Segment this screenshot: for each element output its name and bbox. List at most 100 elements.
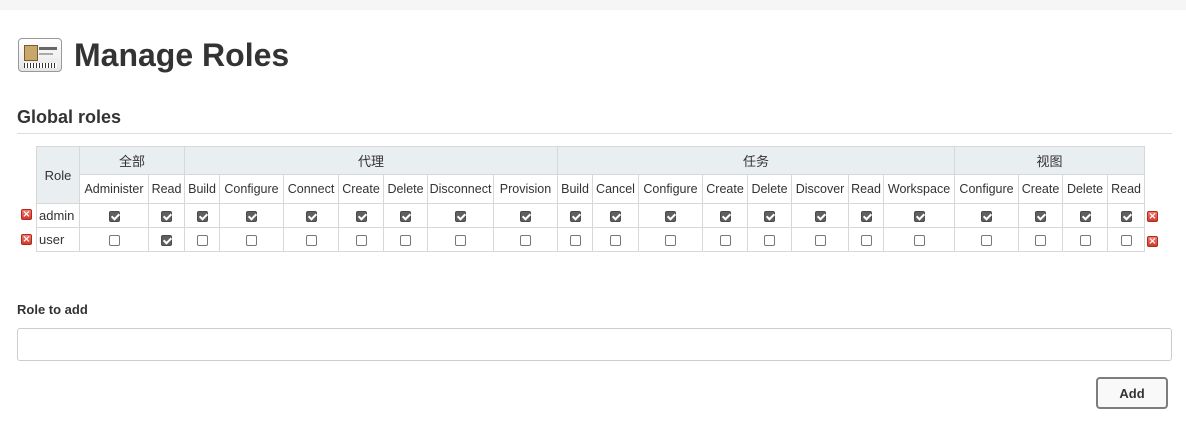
permission-cell	[184, 227, 221, 252]
permission-header-all-read: Read	[147, 174, 186, 204]
permission-checkbox[interactable]	[355, 210, 367, 222]
permission-checkbox[interactable]	[1079, 210, 1091, 222]
permission-cell	[338, 227, 385, 252]
permission-cell	[184, 203, 221, 228]
permission-cell	[1018, 227, 1064, 252]
permission-checkbox[interactable]	[1120, 234, 1132, 246]
permission-checkbox[interactable]	[161, 234, 172, 246]
permission-checkbox[interactable]	[665, 210, 677, 222]
permission-header-view-delete: Delete	[1062, 174, 1109, 204]
permission-checkbox[interactable]	[981, 234, 993, 246]
permission-cell	[79, 227, 149, 252]
permission-checkbox[interactable]	[1079, 234, 1091, 246]
permission-header-all-administer: Administer	[79, 174, 149, 204]
permission-checkbox[interactable]	[196, 210, 208, 222]
permission-checkbox[interactable]	[108, 210, 120, 222]
section-divider	[17, 133, 1172, 134]
permission-group-all: 全部	[78, 146, 186, 175]
permission-checkbox[interactable]	[814, 210, 826, 222]
permission-checkbox[interactable]	[913, 210, 925, 222]
permission-checkbox[interactable]	[569, 210, 581, 222]
role-to-add-input[interactable]	[17, 328, 1172, 361]
permission-cell	[147, 203, 186, 228]
permission-header-agent-delete: Delete	[383, 174, 429, 204]
permission-header-agent-provision: Provision	[493, 174, 559, 204]
permission-header-agent-create: Create	[338, 174, 385, 204]
permission-checkbox[interactable]	[610, 234, 622, 246]
permission-checkbox[interactable]	[860, 210, 872, 222]
permission-checkbox[interactable]	[981, 210, 993, 222]
permission-checkbox[interactable]	[246, 234, 258, 246]
permission-checkbox[interactable]	[108, 234, 120, 246]
permission-checkbox[interactable]	[764, 234, 776, 246]
permission-cell	[557, 203, 594, 228]
permission-cell	[338, 203, 385, 228]
role-name: admin	[36, 203, 80, 228]
permission-cell	[427, 227, 495, 252]
permission-checkbox[interactable]	[455, 210, 467, 222]
permission-checkbox[interactable]	[1035, 210, 1047, 222]
permission-cell	[592, 203, 640, 228]
permission-checkbox[interactable]	[1035, 234, 1047, 246]
delete-role-user-left-icon[interactable]: ×	[21, 234, 32, 245]
permission-header-agent-disconnect: Disconnect	[427, 174, 495, 204]
permission-checkbox[interactable]	[305, 234, 317, 246]
permission-header-agent-build: Build	[184, 174, 221, 204]
permission-checkbox[interactable]	[719, 210, 731, 222]
add-role-button[interactable]: Add	[1096, 377, 1168, 409]
permission-checkbox[interactable]	[520, 234, 532, 246]
permission-header-view-configure: Configure	[954, 174, 1020, 204]
permission-checkbox[interactable]	[196, 234, 208, 246]
global-roles-table: Role 全部 代理 任务 视图 Administer Read Build Configu…	[36, 146, 1146, 252]
permission-cell	[493, 203, 559, 228]
permission-cell	[383, 227, 429, 252]
permission-checkbox[interactable]	[400, 210, 412, 222]
permission-cell	[791, 203, 850, 228]
role-row-admin: admin	[36, 203, 1146, 228]
permission-checkbox[interactable]	[665, 234, 677, 246]
permission-checkbox[interactable]	[246, 210, 258, 222]
delete-role-admin-right-icon[interactable]: ×	[1147, 211, 1158, 222]
permission-cell	[557, 227, 594, 252]
delete-role-user-right-icon[interactable]: ×	[1147, 236, 1158, 247]
permission-header-job-create: Create	[702, 174, 749, 204]
permission-checkbox[interactable]	[860, 234, 872, 246]
delete-role-admin-left-icon[interactable]: ×	[21, 209, 32, 220]
permission-cell	[747, 203, 793, 228]
permission-header-job-configure: Configure	[638, 174, 704, 204]
permission-cell	[702, 203, 749, 228]
permission-cell	[883, 227, 956, 252]
permission-checkbox[interactable]	[814, 234, 826, 246]
permission-checkbox[interactable]	[455, 234, 467, 246]
permission-group-row: Role 全部 代理 任务 视图	[36, 146, 1146, 204]
id-card-icon	[18, 38, 62, 72]
permission-cell	[427, 203, 495, 228]
permission-checkbox[interactable]	[569, 234, 581, 246]
role-column-header: Role	[36, 146, 80, 204]
permission-checkbox[interactable]	[355, 234, 367, 246]
role-to-add-label: Role to add	[17, 302, 88, 317]
permission-cell	[283, 227, 340, 252]
permission-checkbox[interactable]	[305, 210, 317, 222]
permission-checkbox[interactable]	[520, 210, 532, 222]
permission-cell	[383, 203, 429, 228]
permission-header-job-cancel: Cancel	[592, 174, 640, 204]
permission-cell	[219, 227, 285, 252]
permission-cell	[638, 227, 704, 252]
permission-name-row: Administer Read Build Configure Connect Creat…	[37, 174, 1146, 204]
permission-checkbox[interactable]	[719, 234, 731, 246]
permission-checkbox[interactable]	[161, 210, 172, 222]
permission-header-agent-configure: Configure	[219, 174, 285, 204]
permission-checkbox[interactable]	[610, 210, 622, 222]
permission-checkbox[interactable]	[400, 234, 412, 246]
permission-header-view-read: Read	[1107, 174, 1146, 204]
permission-cell	[283, 203, 340, 228]
permission-header-job-read: Read	[848, 174, 885, 204]
role-name: user	[36, 227, 80, 252]
permission-checkbox[interactable]	[1120, 210, 1132, 222]
permission-checkbox[interactable]	[913, 234, 925, 246]
permission-cell	[1062, 203, 1109, 228]
permission-cell	[702, 227, 749, 252]
top-strip	[0, 0, 1186, 10]
permission-checkbox[interactable]	[764, 210, 776, 222]
